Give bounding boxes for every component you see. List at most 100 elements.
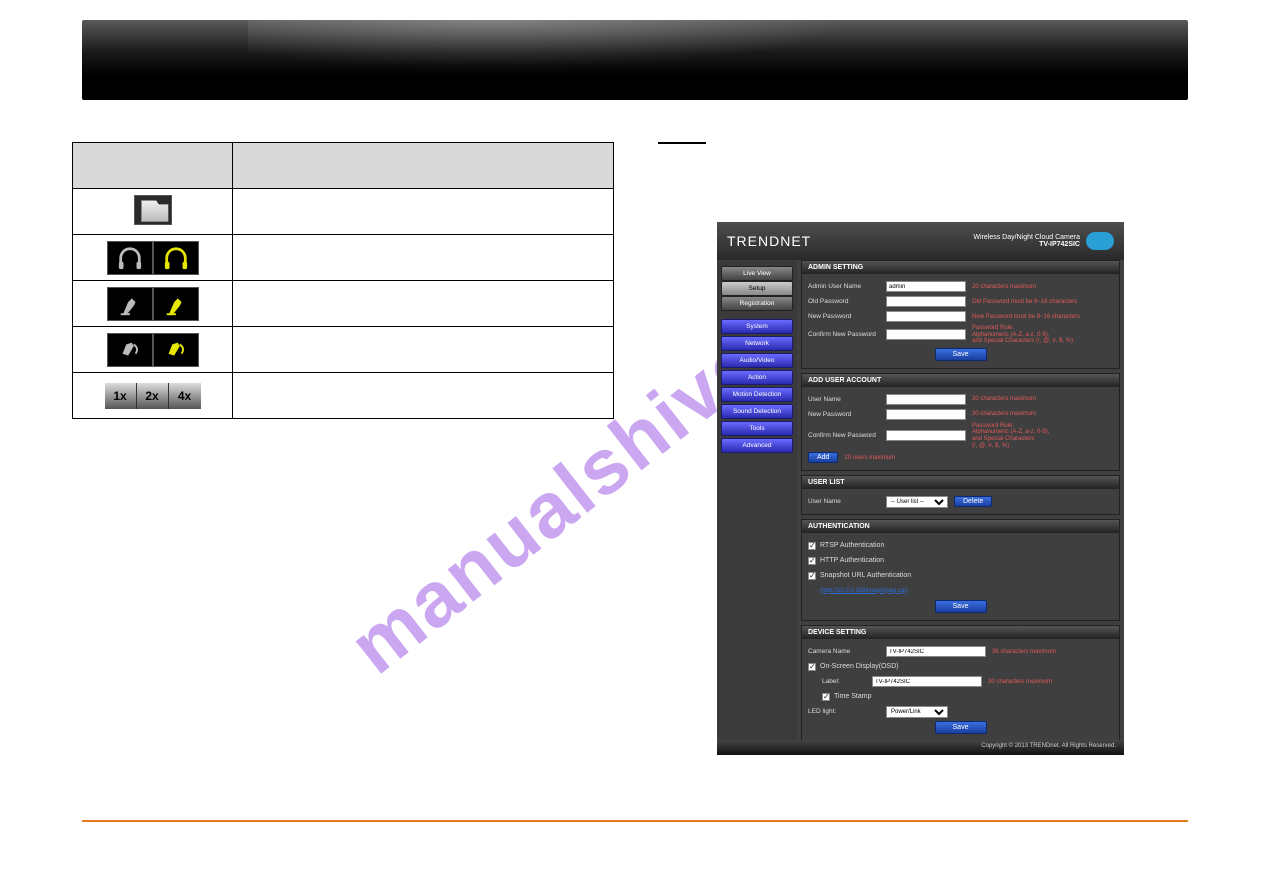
cell-zoom-desc [233, 373, 614, 419]
add-button[interactable]: Add [808, 452, 838, 463]
delete-button[interactable]: Delete [954, 496, 992, 507]
label-input[interactable] [872, 676, 982, 687]
snap-url-link[interactable]: (http://10.0.0.158/image/jpeg.cgi) [820, 588, 908, 594]
admin-user-input[interactable] [886, 281, 966, 292]
th-desc [233, 143, 614, 189]
panel-add-title: ADD USER ACCOUNT [802, 374, 1119, 387]
led-label: LED light: [808, 708, 886, 715]
section-underline [658, 142, 706, 144]
page-banner [82, 20, 1188, 100]
add-user-note: 30 characters maximum [972, 396, 1113, 402]
admin-new-label: New Password [808, 313, 886, 320]
shot-footer: Copyright © 2013 TRENDnet. All Rights Re… [717, 740, 1124, 755]
cell-storage-desc [233, 189, 614, 235]
add-new-input[interactable] [886, 409, 966, 420]
http-label: HTTP Authentication [820, 557, 884, 564]
mic-off-icon [107, 287, 153, 321]
panel-list-title: USER LIST [802, 476, 1119, 489]
add-rule: Password Rule: Alphanumeric (A-Z, a-z, 0… [972, 423, 1113, 449]
cloud-icon [1086, 232, 1114, 250]
panel-add-user: ADD USER ACCOUNT User Name 30 characters … [801, 373, 1120, 471]
folder-icon [134, 195, 172, 225]
sidebar-item-system[interactable]: System [721, 319, 793, 334]
panel-user-list: USER LIST User Name-- User list -- Delete [801, 475, 1120, 515]
sidebar-item-registration[interactable]: Registration [721, 296, 793, 311]
icon-definition-table: 1x 2x 4x [72, 142, 614, 419]
add-new-label: New Password [808, 411, 886, 418]
label-label: Label: [822, 678, 872, 685]
admin-screenshot: TRENDNET Wireless Day/Night Cloud Camera… [717, 222, 1124, 755]
cell-headphone-icons [73, 235, 233, 281]
add-user-input[interactable] [886, 394, 966, 405]
snap-label: Snapshot URL Authentication [820, 572, 911, 579]
led-select[interactable]: Power/Link [886, 706, 948, 718]
add-conf-input[interactable] [886, 430, 966, 441]
speaker-on-icon [153, 333, 199, 367]
add-new-note: 30 characters maximum [972, 411, 1113, 417]
sidebar-item-motion[interactable]: Motion Detection [721, 387, 793, 402]
device-save-button[interactable]: Save [935, 721, 987, 734]
page-rule [82, 820, 1188, 822]
panel-auth: AUTHENTICATION RTSP Authentication HTTP … [801, 519, 1120, 621]
camera-name-input[interactable] [886, 646, 986, 657]
zoom-buttons-icon: 1x 2x 4x [103, 381, 203, 411]
panel-admin-title: ADMIN SETTING [802, 261, 1119, 274]
timestamp-label: Time Stamp [834, 693, 871, 700]
panel-device-title: DEVICE SETTING [802, 626, 1119, 639]
sidebar-item-tools[interactable]: Tools [721, 421, 793, 436]
sidebar-item-network[interactable]: Network [721, 336, 793, 351]
th-icon [73, 143, 233, 189]
panel-auth-title: AUTHENTICATION [802, 520, 1119, 533]
zoom-2x: 2x [137, 383, 169, 409]
speaker-off-icon [107, 333, 153, 367]
http-checkbox[interactable] [808, 557, 816, 565]
sidebar-item-sound[interactable]: Sound Detection [721, 404, 793, 419]
osd-label: On-Screen Display(OSD) [820, 663, 899, 670]
snap-checkbox[interactable] [808, 572, 816, 580]
brand-logo: TRENDNET [727, 233, 811, 249]
admin-new-input[interactable] [886, 311, 966, 322]
rtsp-checkbox[interactable] [808, 542, 816, 550]
sidebar-item-setup[interactable]: Setup [721, 281, 793, 296]
list-user-label: User Name [808, 498, 886, 505]
sidebar-item-liveview[interactable]: Live View [721, 266, 793, 281]
shot-header-right: Wireless Day/Night Cloud Camera TV-IP742… [973, 232, 1114, 250]
camera-model: TV-IP742SIC [973, 241, 1080, 248]
cell-mic-icons [73, 281, 233, 327]
admin-old-input[interactable] [886, 296, 966, 307]
cell-speaker-desc [233, 327, 614, 373]
cell-headphone-desc [233, 235, 614, 281]
zoom-1x: 1x [105, 383, 137, 409]
user-list-select[interactable]: -- User list -- [886, 496, 948, 508]
admin-new-note: New Password must be 8~16 characters [972, 314, 1113, 320]
panel-admin: ADMIN SETTING Admin User Name 20 characte… [801, 260, 1120, 369]
timestamp-checkbox[interactable] [822, 693, 830, 701]
cell-zoom-icons: 1x 2x 4x [73, 373, 233, 419]
headphone-on-icon [153, 241, 199, 275]
shot-header: TRENDNET Wireless Day/Night Cloud Camera… [717, 222, 1124, 260]
sidebar-item-audio-video[interactable]: Audio/Video [721, 353, 793, 368]
zoom-4x: 4x [169, 383, 201, 409]
rtsp-label: RTSP Authentication [820, 542, 884, 549]
cell-storage-icon [73, 189, 233, 235]
camera-name-label: Camera Name [808, 648, 886, 655]
admin-rule: Password Rule: Alphanumeric (A-Z, a-z, 0… [972, 325, 1113, 345]
main-content: ADMIN SETTING Admin User Name 20 characte… [797, 260, 1124, 740]
admin-user-label: Admin User Name [808, 283, 886, 290]
label-note: 30 characters maximum [988, 679, 1113, 685]
admin-conf-input[interactable] [886, 329, 966, 340]
camera-title: Wireless Day/Night Cloud Camera [973, 234, 1080, 241]
admin-save-button[interactable]: Save [935, 348, 987, 361]
osd-checkbox[interactable] [808, 663, 816, 671]
sidebar-item-action[interactable]: Action [721, 370, 793, 385]
cell-mic-desc [233, 281, 614, 327]
headphone-off-icon [107, 241, 153, 275]
sidebar-item-advanced[interactable]: Advanced [721, 438, 793, 453]
admin-user-note: 20 characters maximum [972, 284, 1113, 290]
add-user-label: User Name [808, 396, 886, 403]
auth-save-button[interactable]: Save [935, 600, 987, 613]
camera-name-note: 36 characters maximum [992, 649, 1113, 655]
mic-on-icon [153, 287, 199, 321]
add-limit: 20 users maximum [844, 455, 1113, 461]
add-conf-label: Confirm New Password [808, 432, 886, 439]
